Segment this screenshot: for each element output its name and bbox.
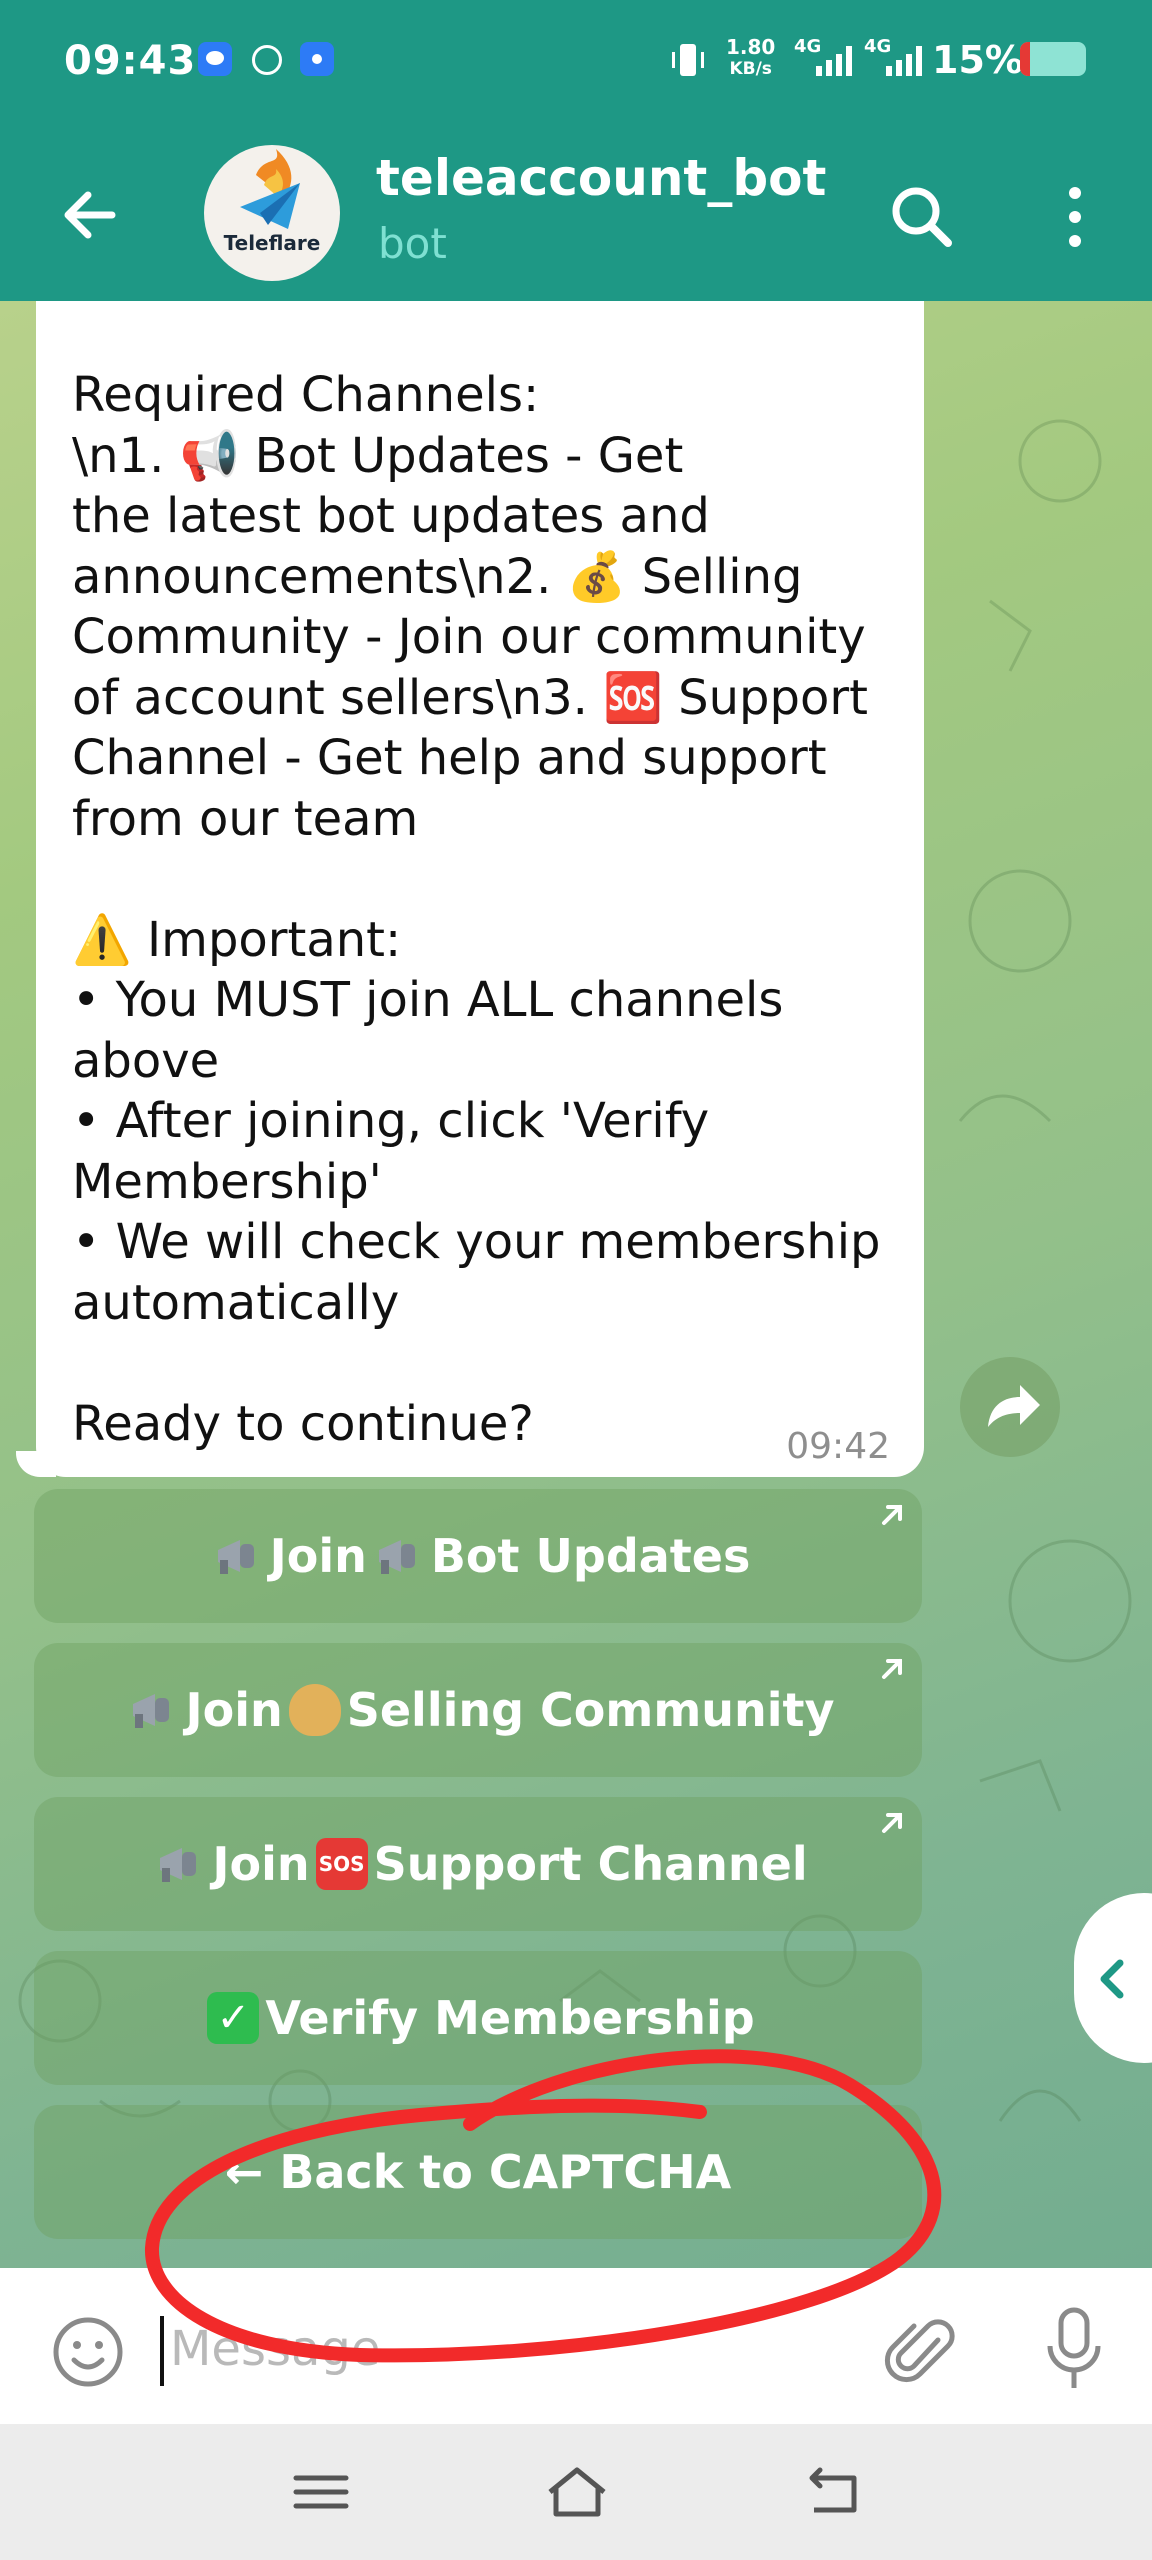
channel-label: Support Channel — [373, 1837, 808, 1891]
channel-label: Bot Updates — [430, 1529, 751, 1583]
sos-icon: SOS — [315, 1838, 368, 1890]
back-to-captcha-button[interactable]: ← Back to CAPTCHA — [34, 2105, 922, 2239]
teleflare-logo-icon — [240, 149, 300, 229]
check-mark-icon: ✓ — [207, 1992, 260, 2044]
back-arrow-icon[interactable] — [50, 175, 130, 255]
external-link-arrow-icon — [882, 1659, 902, 1679]
message-composer — [0, 2268, 1152, 2424]
message-bubble[interactable]: Required Channels: \n1. 📢 Bot Updates - … — [36, 301, 924, 1477]
external-link-arrow-icon — [882, 1505, 902, 1525]
text-caret — [160, 2316, 164, 2386]
net-speed-unit: KB/s — [729, 59, 772, 79]
chat-area: Required Channels: \n1. 📢 Bot Updates - … — [0, 301, 1152, 2268]
money-bag-icon — [288, 1684, 341, 1736]
status-time: 09:43 — [64, 38, 197, 84]
home-icon[interactable] — [542, 2462, 612, 2522]
microphone-icon[interactable] — [1034, 2304, 1114, 2394]
chat-title[interactable]: teleaccount_bot — [376, 149, 826, 207]
signal-sim1-icon: 4G — [794, 36, 852, 76]
share-forward-icon[interactable] — [960, 1357, 1060, 1457]
more-menu-icon[interactable] — [1040, 177, 1110, 257]
back-captcha-label: ← Back to CAPTCHA — [224, 2145, 732, 2199]
join-label: Join — [269, 1529, 367, 1583]
join-bot-updates-button[interactable]: Join Bot Updates — [34, 1489, 922, 1623]
signal-sim2-icon: 4G — [864, 36, 922, 76]
battery-icon — [1020, 42, 1086, 76]
verify-label: Verify Membership — [265, 1991, 755, 2045]
system-nav-bar — [0, 2424, 1152, 2560]
join-support-channel-button[interactable]: Join SOS Support Channel — [34, 1797, 922, 1931]
battery-percent: 15% — [932, 38, 1023, 82]
external-link-arrow-icon — [882, 1813, 902, 1833]
message-text: Required Channels: \n1. 📢 Bot Updates - … — [72, 367, 881, 1452]
net-speed: 1.80 KB/s — [726, 36, 775, 80]
chat-header: Teleflare teleaccount_bot bot — [0, 125, 1152, 301]
megaphone-icon — [133, 1694, 170, 1728]
net-speed-value: 1.80 — [726, 35, 776, 59]
message-time: 09:42 — [786, 1426, 890, 1467]
vibrate-icon — [672, 44, 704, 76]
megaphone-icon — [378, 1540, 415, 1574]
emoji-icon[interactable] — [48, 2312, 128, 2392]
join-label: Join — [185, 1683, 283, 1737]
notification-hotspot-icon — [300, 42, 334, 76]
status-bar: 09:43 1.80 KB/s 4G 4G 15% — [0, 0, 1152, 125]
chevron-left-icon — [1100, 1959, 1124, 1999]
join-selling-community-button[interactable]: Join Selling Community — [34, 1643, 922, 1777]
avatar-label: Teleflare — [223, 231, 321, 255]
search-icon[interactable] — [882, 177, 962, 257]
notification-app-icon — [198, 42, 232, 76]
channel-label: Selling Community — [346, 1683, 835, 1737]
verify-membership-button[interactable]: ✓ Verify Membership — [34, 1951, 922, 2085]
sim2-label: 4G — [864, 36, 891, 57]
join-label: Join — [212, 1837, 310, 1891]
battery-level — [1020, 42, 1030, 76]
message-input[interactable] — [168, 2308, 872, 2390]
megaphone-icon — [160, 1848, 197, 1882]
chat-subtitle: bot — [378, 219, 447, 268]
notification-location-icon — [252, 45, 282, 75]
megaphone-icon — [217, 1540, 254, 1574]
recents-menu-icon[interactable] — [286, 2462, 356, 2522]
sim1-label: 4G — [794, 36, 821, 57]
back-nav-icon[interactable] — [798, 2462, 868, 2522]
bot-avatar[interactable]: Teleflare — [204, 145, 340, 281]
attach-paperclip-icon[interactable] — [880, 2310, 960, 2390]
